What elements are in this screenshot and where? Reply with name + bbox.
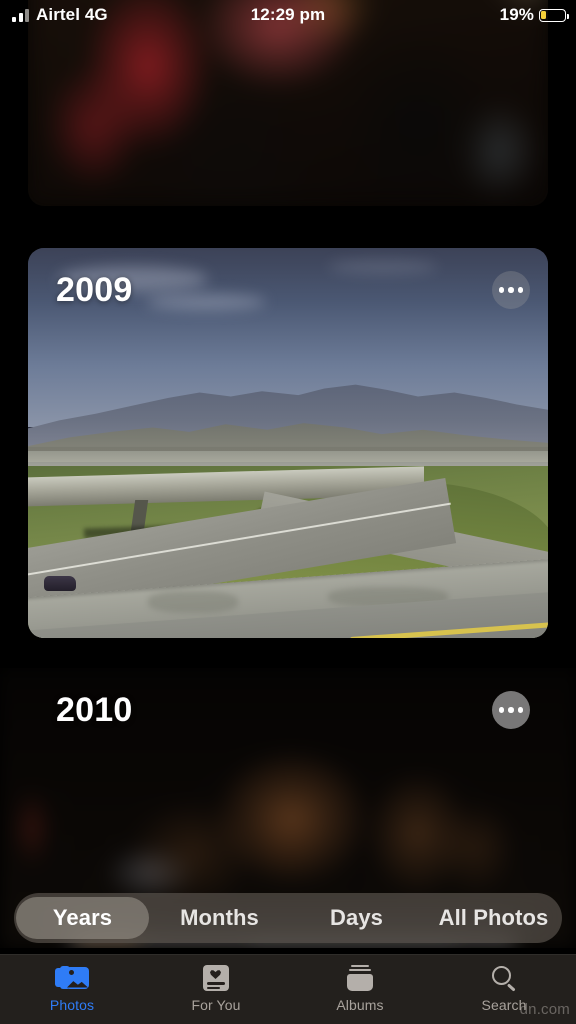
tab-label-for-you: For You (191, 997, 241, 1013)
battery-percent-label: 19% (499, 5, 534, 24)
tab-bar: Photos For You Albums Search (0, 954, 576, 1024)
carrier-label: Airtel 4G (36, 5, 108, 24)
card-header: 2010 (0, 668, 576, 752)
more-options-button[interactable] (492, 271, 530, 309)
card-artwork (28, 0, 548, 206)
more-options-button[interactable] (492, 691, 530, 729)
albums-stack-icon (346, 964, 374, 992)
car-in-photo (43, 575, 76, 591)
ellipsis-dot-icon (517, 707, 524, 713)
status-bar-left: Airtel 4G (12, 5, 108, 25)
segment-months[interactable]: Months (153, 897, 286, 939)
year-label: 2010 (56, 690, 133, 729)
segment-years[interactable]: Years (16, 897, 149, 939)
tab-for-you[interactable]: For You (144, 964, 288, 1013)
ellipsis-dot-icon (508, 707, 514, 713)
photos-app-screen: 2009 2010 Airtel 4G 12:29 pm 19% Years M… (0, 0, 576, 1024)
magnifying-glass-icon (491, 964, 517, 992)
battery-low-icon (539, 8, 569, 22)
tab-label-albums: Albums (336, 997, 384, 1013)
years-scroll-view[interactable]: 2009 2010 (0, 0, 576, 1024)
for-you-heart-card-icon (203, 964, 229, 992)
segment-days[interactable]: Days (290, 897, 423, 939)
year-card-2009[interactable]: 2009 (28, 248, 548, 638)
status-bar: Airtel 4G 12:29 pm 19% (0, 0, 576, 30)
timeline-segmented-control[interactable]: Years Months Days All Photos (14, 893, 562, 943)
ellipsis-dot-icon (498, 707, 505, 713)
card-header: 2009 (28, 248, 548, 332)
ellipsis-dot-icon (498, 287, 505, 293)
photos-stack-icon (55, 964, 89, 992)
ellipsis-dot-icon (508, 287, 514, 293)
ellipsis-dot-icon (517, 287, 524, 293)
battery-fill (541, 10, 546, 20)
status-bar-right: 19% (499, 5, 569, 25)
tab-photos[interactable]: Photos (0, 964, 144, 1013)
year-card-top-partial[interactable] (28, 0, 548, 206)
signal-bars-icon (12, 8, 29, 22)
tab-label-search: Search (481, 997, 527, 1013)
tab-albums[interactable]: Albums (288, 964, 432, 1013)
segment-all-photos[interactable]: All Photos (427, 897, 560, 939)
year-label: 2009 (56, 270, 133, 309)
tab-label-photos: Photos (49, 997, 95, 1013)
tab-search[interactable]: Search (432, 964, 576, 1013)
